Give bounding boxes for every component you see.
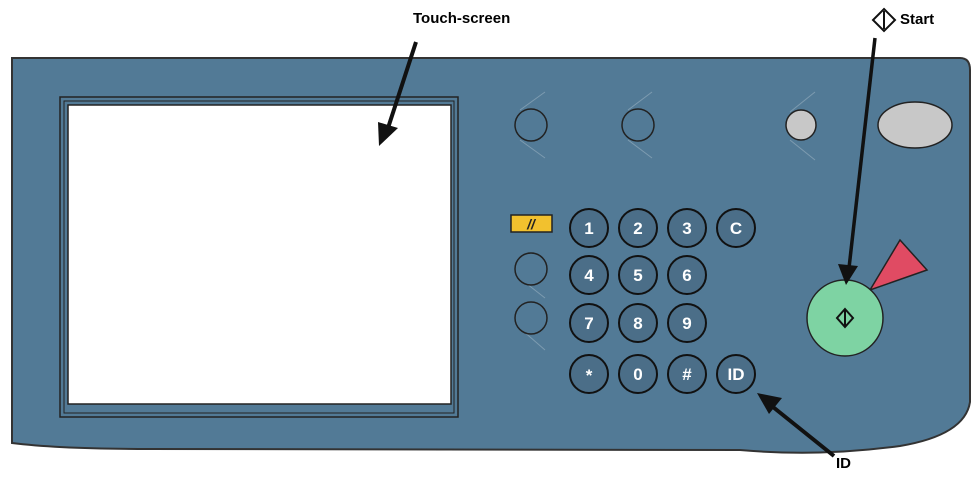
- start-label: Start: [900, 11, 935, 28]
- svg-text:4: 4: [584, 266, 594, 285]
- key-clear[interactable]: C: [716, 208, 756, 248]
- svg-text:2: 2: [633, 219, 642, 238]
- svg-text:8: 8: [633, 314, 642, 333]
- touch-screen[interactable]: [67, 104, 452, 405]
- key-hash[interactable]: #: [667, 354, 707, 394]
- key-0[interactable]: 0: [618, 354, 658, 394]
- key-5[interactable]: 5: [618, 255, 658, 295]
- touch-screen-label: Touch-screen: [413, 10, 511, 27]
- svg-text:5: 5: [633, 266, 642, 285]
- svg-text:1: 1: [584, 219, 593, 238]
- key-8[interactable]: 8: [618, 303, 658, 343]
- svg-text:ID: ID: [728, 365, 745, 384]
- key-2[interactable]: 2: [618, 208, 658, 248]
- svg-text:0: 0: [633, 365, 642, 384]
- key-9[interactable]: 9: [667, 303, 707, 343]
- power-saver-button[interactable]: [877, 101, 953, 149]
- key-6[interactable]: 6: [667, 255, 707, 295]
- svg-text:3: 3: [682, 219, 691, 238]
- svg-text:9: 9: [682, 314, 691, 333]
- svg-text:C: C: [730, 219, 742, 238]
- svg-text:7: 7: [584, 314, 593, 333]
- start-label-icon: [871, 7, 897, 33]
- control-panel-svg: // 1 2 3 C 4 5 6 7 8 9 * 0 # ID: [11, 7, 971, 458]
- svg-text:#: #: [682, 365, 692, 384]
- start-button[interactable]: [806, 279, 884, 357]
- key-4[interactable]: 4: [569, 255, 609, 295]
- key-1[interactable]: 1: [569, 208, 609, 248]
- svg-text:*: *: [586, 366, 593, 385]
- key-star[interactable]: *: [569, 354, 609, 394]
- id-label: ID: [836, 455, 851, 472]
- key-id[interactable]: ID: [716, 354, 756, 394]
- key-7[interactable]: 7: [569, 303, 609, 343]
- control-panel-diagram: // 1 2 3 C 4 5 6 7 8 9 * 0 # ID Touch-sc…: [0, 0, 974, 475]
- svg-text:6: 6: [682, 266, 691, 285]
- key-3[interactable]: 3: [667, 208, 707, 248]
